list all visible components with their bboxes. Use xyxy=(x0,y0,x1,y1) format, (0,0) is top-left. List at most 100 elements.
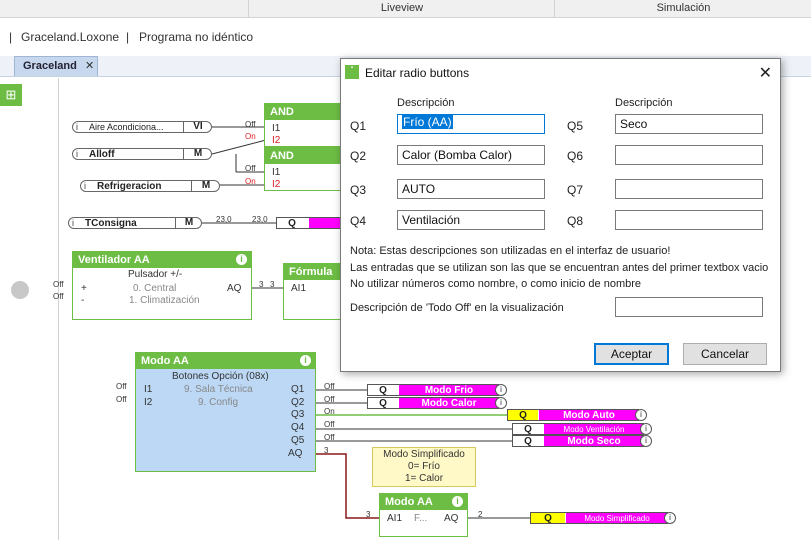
input-name: TConsigna xyxy=(85,218,137,229)
q4-description-input[interactable]: Ventilación xyxy=(397,210,545,230)
block-input: + xyxy=(81,283,87,294)
output-q: Q xyxy=(379,385,387,396)
q4-label: Q4 xyxy=(350,214,367,228)
modo-aa-block[interactable]: Modo AA i Botones Opción (08x) I1 I2 9. … xyxy=(135,352,316,472)
output-modo-ventilacion[interactable]: Q Modo Ventilación i xyxy=(512,423,652,435)
output-label: Modo Auto xyxy=(539,410,639,421)
signal-label: Off xyxy=(116,382,127,391)
signal-label: Off xyxy=(245,164,256,173)
input-tag: VI xyxy=(183,121,212,133)
formula-block[interactable]: Fórmula AI1 xyxy=(283,263,343,320)
column-header-right: Descripción xyxy=(615,97,673,109)
signal-value: 23,0 xyxy=(252,215,268,224)
close-icon[interactable]: ✕ xyxy=(759,63,772,83)
signal-label: On xyxy=(324,407,335,416)
info-icon: i xyxy=(76,122,78,132)
signal-label: Off xyxy=(324,395,335,404)
signal-value: 2 xyxy=(478,510,483,519)
accept-button[interactable]: Aceptar xyxy=(594,343,669,365)
and-block-1[interactable]: AND I1 I2 xyxy=(264,103,344,147)
block-input: I1 xyxy=(144,384,153,395)
signal-label: Off xyxy=(53,280,64,289)
block-output: Q1 xyxy=(291,384,305,395)
dialog-note: No utilizar números como nombre, o como … xyxy=(350,278,642,290)
ventilador-block[interactable]: Ventilador AA i Pulsador +/- + - 0. Cent… xyxy=(72,251,252,320)
q1-description-input[interactable]: Frío (AA) xyxy=(397,114,545,134)
block-output: Q4 xyxy=(291,422,305,433)
output-modo-calor[interactable]: Q Modo Calor i xyxy=(367,397,507,409)
output-label: Modo Frio xyxy=(399,385,499,396)
info-icon[interactable]: i xyxy=(640,435,652,447)
output-tconsigna[interactable]: Q xyxy=(276,217,341,229)
info-icon[interactable]: i xyxy=(495,384,507,396)
q3-description-input[interactable]: AUTO xyxy=(397,179,545,199)
note-line: 0= Frío xyxy=(408,461,440,472)
info-icon[interactable]: i xyxy=(635,409,647,421)
info-icon: i xyxy=(72,218,74,228)
output-modo-seco[interactable]: Q Modo Seco i xyxy=(512,435,652,447)
info-icon[interactable]: i xyxy=(452,496,463,507)
q6-description-input[interactable] xyxy=(615,145,763,165)
signal-label: On xyxy=(245,177,256,186)
output-q: Q xyxy=(508,410,538,421)
info-icon[interactable]: i xyxy=(236,254,247,265)
q8-label: Q8 xyxy=(567,214,584,228)
block-output: Q5 xyxy=(291,435,305,446)
signal-value: 3 xyxy=(366,510,371,519)
output-q: Q xyxy=(379,398,387,409)
block-option: 1. Climatización xyxy=(129,295,200,306)
edit-radio-buttons-dialog: ▪ Editar radio buttons ✕ Descripción Des… xyxy=(340,58,781,372)
input-aire-acondicionado[interactable]: i Aire Acondiciona... VI xyxy=(72,121,212,133)
q1-value: Frío (AA) xyxy=(402,115,453,129)
note-line: Modo Simplificado xyxy=(383,449,465,460)
q2-label: Q2 xyxy=(350,149,367,163)
input-name: Aire Acondiciona... xyxy=(89,122,164,132)
block-output: Q3 xyxy=(291,409,305,420)
and-block-2[interactable]: AND I1 I2 xyxy=(264,147,344,191)
info-icon[interactable]: i xyxy=(300,355,311,366)
input-tconsigna[interactable]: i TConsigna M xyxy=(68,217,202,229)
block-subtitle: Botones Opción (08x) xyxy=(172,371,269,382)
signal-label: Off xyxy=(53,292,64,301)
todo-off-input[interactable] xyxy=(615,297,763,317)
block-input: I2 xyxy=(272,135,281,146)
q2-description-input[interactable]: Calor (Bomba Calor) xyxy=(397,145,545,165)
signal-value: 3 xyxy=(324,446,329,455)
loxone-app-icon: ▪ xyxy=(345,65,359,79)
cancel-button[interactable]: Cancelar xyxy=(683,343,767,365)
info-icon[interactable]: i xyxy=(495,397,507,409)
q8-description-input[interactable] xyxy=(615,210,763,230)
input-alloff[interactable]: i Alloff M xyxy=(72,148,212,160)
note-line: 1= Calor xyxy=(404,473,444,484)
output-q: Q xyxy=(288,218,296,229)
output-modo-simplificado[interactable]: Q Modo Simplificado i xyxy=(530,512,676,524)
q6-label: Q6 xyxy=(567,149,584,163)
output-color xyxy=(309,218,341,228)
output-q: Q xyxy=(524,424,532,435)
block-input: I2 xyxy=(144,397,153,408)
signal-value: 3 xyxy=(259,280,264,289)
output-label: Modo Ventilación xyxy=(544,424,644,434)
input-refrigeracion[interactable]: i Refrigeracion M xyxy=(80,180,220,192)
output-label: Modo Calor xyxy=(399,398,499,409)
block-input: I2 xyxy=(272,179,281,190)
input-tag: M xyxy=(175,217,202,229)
modo-aa-formula-block[interactable]: Modo AA i AI1 F... AQ xyxy=(379,493,468,537)
info-icon[interactable]: i xyxy=(664,512,676,524)
q7-description-input[interactable] xyxy=(615,179,763,199)
info-icon: i xyxy=(84,181,86,191)
signal-label: On xyxy=(245,132,256,141)
block-output: Q2 xyxy=(291,397,305,408)
q5-description-input[interactable]: Seco xyxy=(615,114,763,134)
output-modo-auto[interactable]: Q Modo Auto i xyxy=(507,409,647,421)
signal-label: Off xyxy=(324,433,335,442)
output-modo-frio[interactable]: Q Modo Frio i xyxy=(367,384,507,396)
block-input: AI1 xyxy=(387,513,403,524)
block-output: AQ xyxy=(444,513,459,524)
signal-label: Off xyxy=(324,382,335,391)
block-option: 0. Central xyxy=(133,283,177,294)
info-icon[interactable]: i xyxy=(640,423,652,435)
q1-label: Q1 xyxy=(350,119,367,133)
comment-note[interactable]: Modo Simplificado 0= Frío 1= Calor xyxy=(372,447,476,487)
block-input: - xyxy=(81,295,85,306)
